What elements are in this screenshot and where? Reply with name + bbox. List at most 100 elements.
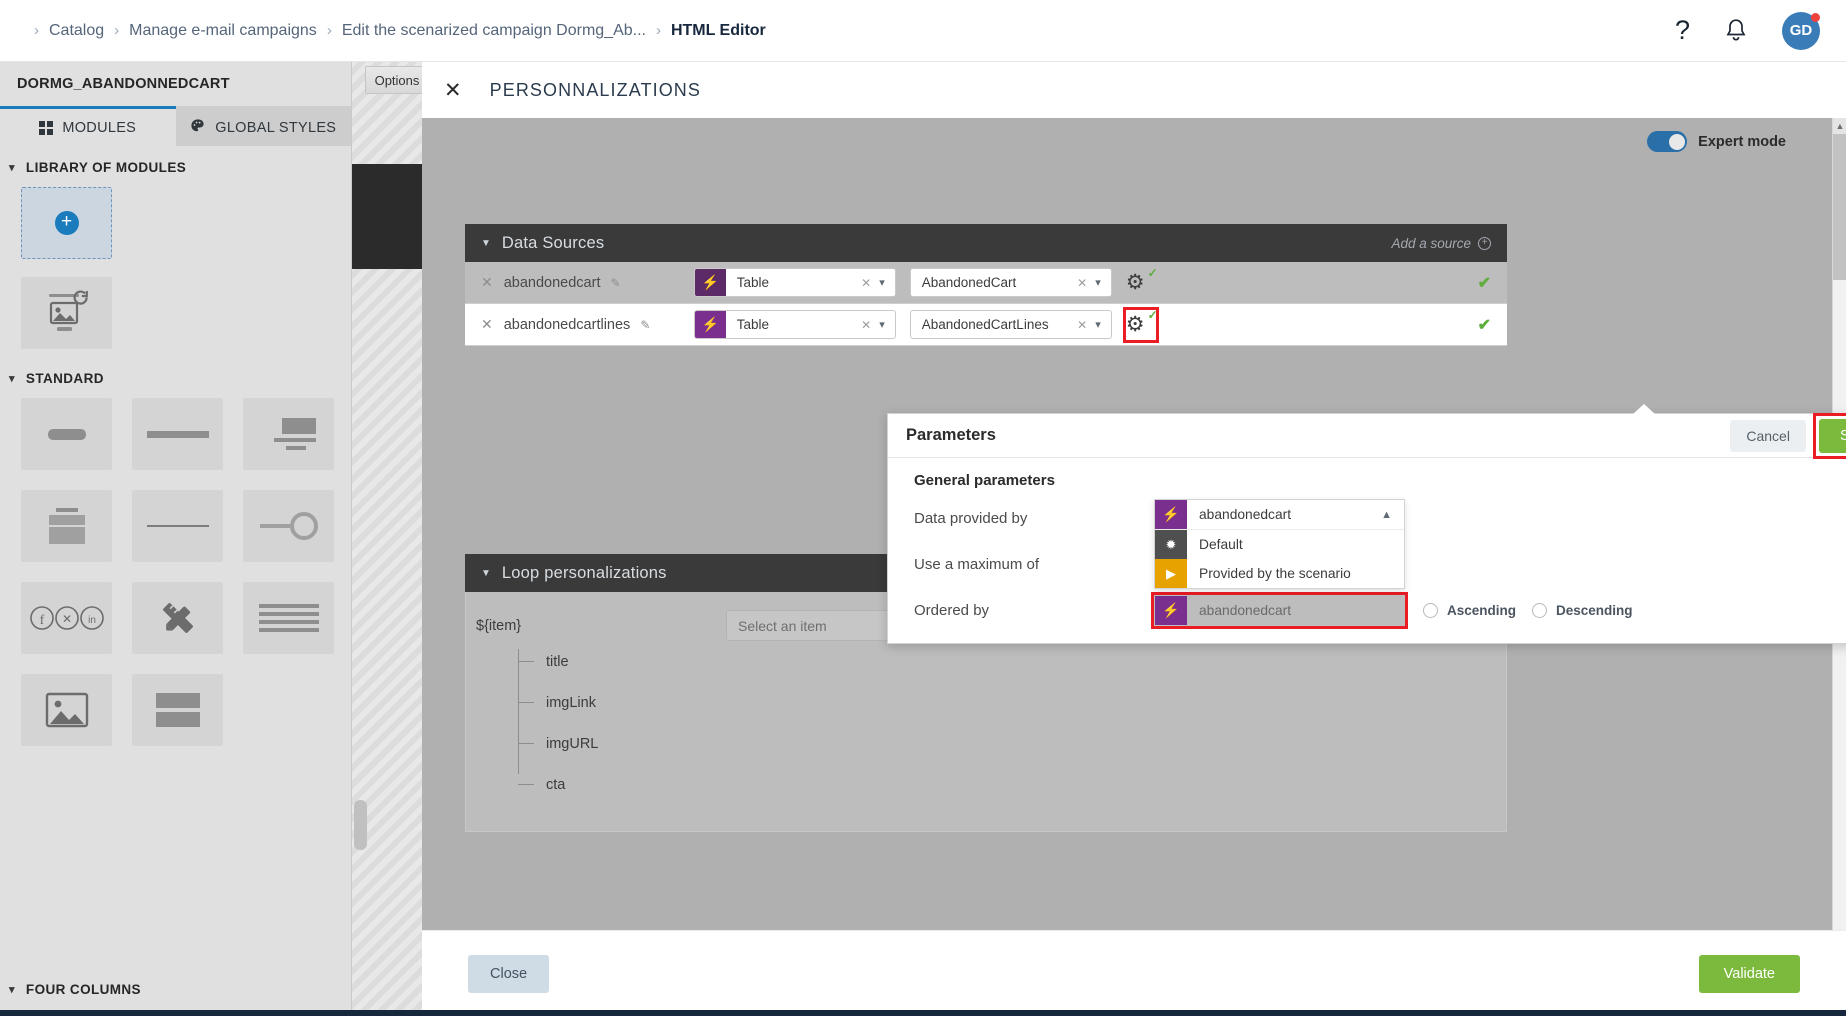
data-source-settings-gear[interactable]: ⚙ ✓ — [1126, 265, 1158, 298]
module-tile-design[interactable] — [132, 582, 223, 654]
data-source-name: abandonedcartlines ✎ — [504, 317, 694, 333]
add-source-button[interactable]: Add a source + — [1391, 236, 1491, 251]
left-panel: DORMG_ABANDONNEDCART MODULES GLOBAL STYL… — [0, 62, 352, 1016]
group-four-columns[interactable]: ▾ FOUR COLUMNS — [0, 968, 141, 1006]
radio-descending[interactable]: Descending — [1532, 602, 1633, 618]
expert-mode-row: Expert mode — [422, 118, 1846, 160]
toggle-knob — [1668, 133, 1685, 150]
module-tile-image-text[interactable] — [243, 398, 334, 470]
chevron-down-icon[interactable]: ▾ — [877, 269, 895, 296]
breadcrumb-item-catalog[interactable]: Catalog — [49, 22, 104, 40]
module-tile-two-rows[interactable] — [132, 674, 223, 746]
scroll-up-arrow[interactable]: ▲ — [1833, 118, 1846, 134]
loop-field-item[interactable]: imgLink — [466, 682, 1506, 723]
play-triangle-icon: ▶ — [1155, 559, 1187, 588]
loop-field-item[interactable]: title — [466, 641, 1506, 682]
radio-circle-icon — [1532, 602, 1548, 618]
module-tile-text[interactable] — [132, 398, 223, 470]
module-tile-image-refresh[interactable] — [21, 277, 112, 349]
bottom-bar — [0, 1010, 1846, 1016]
breadcrumb-item-html-editor[interactable]: HTML Editor — [671, 22, 766, 40]
module-tile-button[interactable] — [21, 398, 112, 470]
saved-modules-grid — [0, 259, 351, 349]
close-button[interactable]: Close — [468, 954, 550, 993]
data-source-entity-select[interactable]: AbandonedCart ✕ ▾ — [909, 268, 1112, 297]
loop-item-key: ${item} — [476, 617, 522, 634]
svg-text:in: in — [88, 615, 96, 626]
data-source-entity-value: AbandonedCartLines — [921, 317, 1049, 332]
breadcrumb: › Catalog › Manage e-mail campaigns › Ed… — [0, 22, 766, 40]
dropdown-option-default[interactable]: ✹ Default — [1155, 530, 1404, 559]
save-button[interactable]: Save — [1818, 418, 1846, 453]
validate-button[interactable]: Validate — [1698, 954, 1800, 993]
modal-title: PERSONNALIZATIONS — [489, 79, 702, 100]
clear-icon[interactable]: ✕ — [1071, 311, 1093, 338]
data-source-type-select[interactable]: ⚡ Table ✕ ▾ — [693, 310, 896, 339]
data-sources-title: Data Sources — [501, 233, 605, 252]
remove-source-icon[interactable]: ✕ — [481, 316, 493, 333]
bell-icon[interactable] — [1724, 18, 1748, 44]
data-sources-header[interactable]: ▼ Data Sources Add a source + — [465, 224, 1507, 262]
module-tile-divider[interactable] — [132, 490, 223, 562]
modal-footer: Close Validate — [422, 930, 1846, 1016]
scroll-thumb[interactable] — [1833, 134, 1846, 280]
dropdown-option-scenario[interactable]: ▶ Provided by the scenario — [1155, 559, 1404, 588]
module-tile-social[interactable]: f ✕ in — [21, 582, 112, 654]
expert-mode-toggle[interactable] — [1647, 131, 1688, 152]
data-source-name: abandonedcart ✎ — [504, 275, 694, 291]
dropdown-selected-value[interactable]: ⚡ abandonedcart ▲ — [1155, 500, 1404, 530]
ordered-by-select[interactable]: ⚡ abandonedcart — [1151, 591, 1408, 629]
module-tile-line-shape[interactable] — [243, 490, 334, 562]
tab-modules[interactable]: MODULES — [0, 106, 176, 146]
loop-field-label: imgURL — [546, 735, 599, 752]
radio-descending-label: Descending — [1556, 602, 1633, 618]
add-module-tile[interactable]: + — [21, 187, 112, 259]
group-standard-label: STANDARD — [25, 371, 104, 386]
lightning-icon: ⚡ — [1155, 595, 1187, 625]
module-tile-header-block[interactable] — [21, 490, 112, 562]
chevron-down-icon[interactable]: ▾ — [1093, 311, 1111, 338]
chevron-down-icon[interactable]: ▾ — [1093, 269, 1111, 296]
close-icon[interactable]: ✕ — [440, 78, 466, 103]
personalizations-modal: ✕ PERSONNALIZATIONS Expert mode ▲ ▼ Data… — [422, 62, 1846, 1016]
data-source-settings-gear-highlighted[interactable]: ⚙ ✓ — [1122, 306, 1159, 343]
data-source-entity-select[interactable]: AbandonedCartLines ✕ ▾ — [909, 310, 1112, 339]
group-library-of-modules[interactable]: ▾ LIBRARY OF MODULES — [0, 146, 351, 184]
radio-ascending[interactable]: Ascending — [1423, 602, 1516, 618]
module-tile-image[interactable] — [21, 674, 112, 746]
standard-modules-grid: f ✕ in — [0, 395, 351, 746]
pencil-icon[interactable]: ✎ — [640, 318, 650, 332]
canvas-scrollbar[interactable] — [354, 800, 367, 850]
breadcrumb-item-edit-campaign[interactable]: Edit the scenarized campaign Dormg_Ab... — [342, 22, 646, 40]
pencil-icon[interactable]: ✎ — [611, 276, 621, 290]
cancel-button[interactable]: Cancel — [1730, 419, 1806, 452]
module-tile-paragraph[interactable] — [243, 582, 334, 654]
loop-field-item[interactable]: cta — [466, 764, 1506, 805]
question-mark-icon[interactable]: ? — [1675, 17, 1690, 44]
tab-global-styles[interactable]: GLOBAL STYLES — [175, 106, 351, 146]
add-source-label: Add a source — [1391, 235, 1471, 251]
avatar[interactable]: GD — [1774, 5, 1826, 58]
clear-icon[interactable]: ✕ — [855, 311, 877, 338]
check-icon: ✓ — [1147, 265, 1158, 280]
tab-modules-label: MODULES — [62, 119, 137, 136]
breadcrumb-item-campaigns[interactable]: Manage e-mail campaigns — [129, 22, 317, 40]
group-four-columns-label: FOUR COLUMNS — [25, 982, 141, 997]
clear-icon[interactable]: ✕ — [1071, 269, 1093, 296]
options-button[interactable]: Options — [365, 66, 429, 94]
chevron-down-icon: ▾ — [9, 373, 15, 385]
data-provided-by-dropdown[interactable]: ⚡ abandonedcart ▲ ✹ Default ▶ Provided b… — [1154, 499, 1405, 589]
loop-field-item[interactable]: imgURL — [466, 723, 1506, 764]
data-source-status-check: ✔ — [1477, 316, 1491, 334]
sort-direction-radios: Ascending Descending — [1423, 602, 1633, 618]
data-source-status-check: ✔ — [1477, 274, 1491, 292]
top-bar: › Catalog › Manage e-mail campaigns › Ed… — [0, 0, 1846, 62]
remove-source-icon[interactable]: ✕ — [481, 274, 493, 291]
data-source-type-select[interactable]: ⚡ Table ✕ ▾ — [693, 268, 896, 297]
chevron-down-icon[interactable]: ▾ — [877, 311, 895, 338]
data-source-name-text: abandonedcart — [503, 274, 601, 291]
clear-icon[interactable]: ✕ — [855, 269, 877, 296]
chevron-up-icon[interactable]: ▲ — [1369, 500, 1404, 529]
group-standard[interactable]: ▾ STANDARD — [0, 349, 351, 395]
tree-branch-line — [518, 702, 534, 703]
